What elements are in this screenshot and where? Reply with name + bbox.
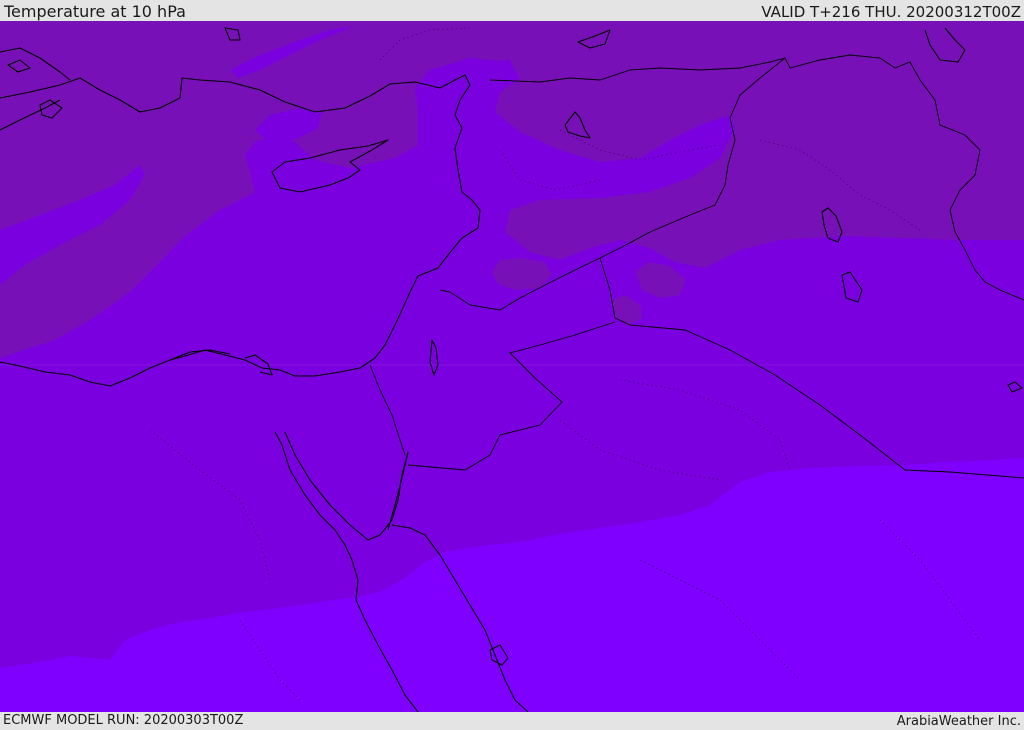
forecast-map[interactable] <box>0 21 1024 712</box>
header-bar: Temperature at 10 hPa VALID T+216 THU. 2… <box>0 0 1024 21</box>
footer-bar: ECMWF MODEL RUN: 20200303T00Z ArabiaWeat… <box>0 712 1024 729</box>
valid-time-label: VALID T+216 THU. 20200312T00Z <box>761 3 1021 21</box>
model-run-label: ECMWF MODEL RUN: 20200303T00Z <box>3 713 244 728</box>
map-canvas <box>0 21 1024 712</box>
provider-label: ArabiaWeather Inc. <box>896 714 1021 729</box>
map-title: Temperature at 10 hPa <box>4 2 186 21</box>
